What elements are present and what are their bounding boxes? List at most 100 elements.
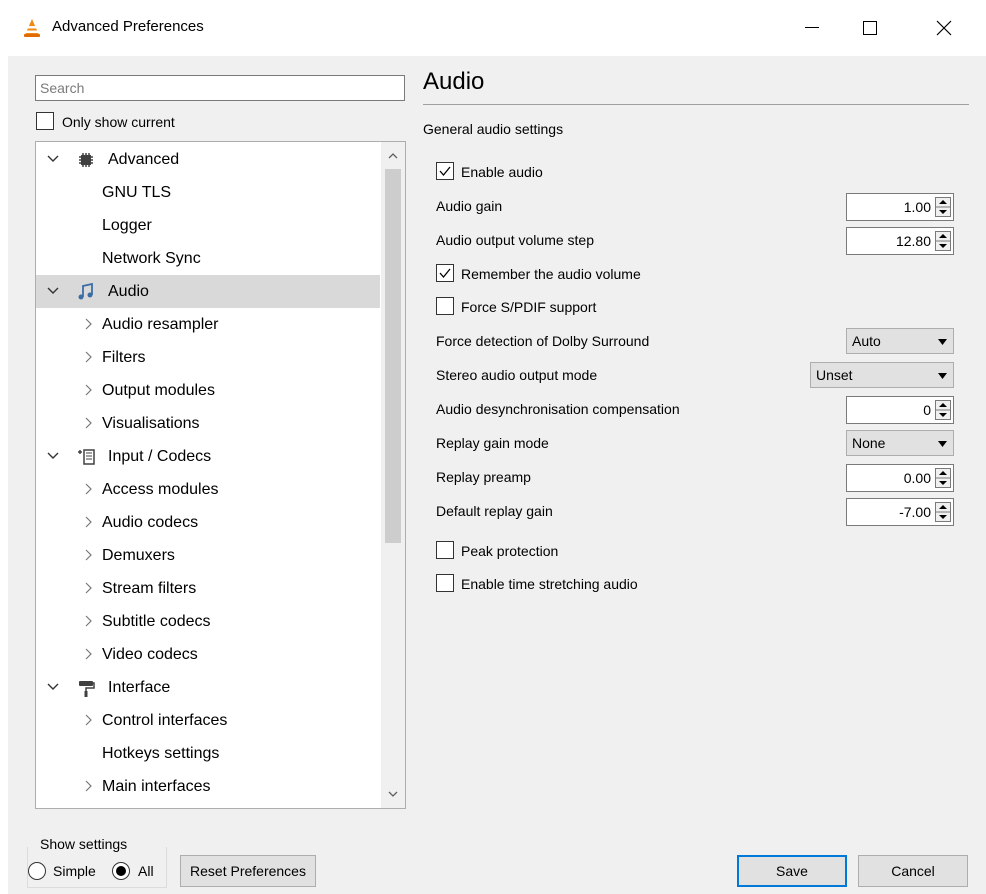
volume-step-spinbox[interactable]: 12.80	[846, 227, 954, 255]
tree-item-label: GNU TLS	[102, 184, 172, 201]
only-show-current-checkbox[interactable]	[36, 112, 54, 130]
spin-arrows-icon[interactable]	[935, 197, 951, 217]
spin-arrows-icon[interactable]	[935, 400, 951, 420]
preferences-window: Advanced Preferences Only show current A…	[8, 0, 986, 894]
reset-preferences-button[interactable]: Reset Preferences	[180, 855, 316, 887]
tree-item[interactable]: Hotkeys settings	[36, 737, 380, 770]
tree-item[interactable]: Demuxers	[36, 539, 380, 572]
replay-preamp-label: Replay preamp	[436, 469, 531, 485]
desync-label: Audio desynchronisation compensation	[436, 401, 680, 417]
minimize-button[interactable]	[789, 10, 835, 46]
tree-item[interactable]: Output modules	[36, 374, 380, 407]
tree-item-label: Filters	[102, 349, 146, 366]
simple-radio[interactable]	[28, 862, 46, 880]
chevron-right-icon[interactable]	[81, 647, 95, 661]
desync-spinbox[interactable]: 0	[846, 396, 954, 424]
chevron-right-icon[interactable]	[81, 350, 95, 364]
spin-arrows-icon[interactable]	[935, 468, 951, 488]
chevron-right-icon[interactable]	[81, 383, 95, 397]
peak-protection-label: Peak protection	[461, 543, 559, 559]
tree-item[interactable]: Interface	[36, 671, 380, 704]
force-spdif-checkbox[interactable]	[436, 297, 454, 315]
replay-mode-value: None	[852, 435, 886, 451]
chevron-down-icon[interactable]	[46, 152, 60, 166]
tree-item-label: Logger	[102, 217, 152, 234]
minimize-icon	[805, 27, 819, 28]
stereo-mode-select[interactable]: Unset	[810, 362, 954, 388]
dolby-select[interactable]: Auto	[846, 328, 954, 354]
chevron-right-icon[interactable]	[81, 581, 95, 595]
tree-item[interactable]: Advanced	[36, 143, 380, 176]
tree-item[interactable]: Network Sync	[36, 242, 380, 275]
stereo-mode-value: Unset	[816, 367, 853, 383]
replay-mode-select[interactable]: None	[846, 430, 954, 456]
tree-item[interactable]: Video codecs	[36, 638, 380, 671]
spin-arrows-icon[interactable]	[935, 231, 951, 251]
page-title: Audio	[423, 68, 485, 95]
chevron-right-icon[interactable]	[81, 779, 95, 793]
scroll-up-icon[interactable]	[385, 148, 401, 164]
replay-mode-label: Replay gain mode	[436, 435, 549, 451]
default-replay-spinbox[interactable]: -7.00	[846, 498, 954, 526]
time-stretch-checkbox[interactable]	[436, 574, 454, 592]
remember-volume-checkbox[interactable]	[436, 264, 454, 282]
maximize-icon	[863, 21, 877, 35]
chevron-down-icon[interactable]	[46, 680, 60, 694]
volume-step-label: Audio output volume step	[436, 232, 594, 248]
scroll-down-icon[interactable]	[385, 786, 401, 802]
section-label: General audio settings	[423, 121, 564, 137]
all-radio[interactable]	[112, 862, 130, 880]
tree-item[interactable]: Control interfaces	[36, 704, 380, 737]
default-replay-label: Default replay gain	[436, 503, 553, 519]
tree-item[interactable]: Audio resampler	[36, 308, 380, 341]
tree-item[interactable]: Input / Codecs	[36, 440, 380, 473]
tree-item-label: Visualisations	[102, 415, 200, 432]
tree-item-label: Output modules	[102, 382, 215, 399]
tree-item[interactable]: Access modules	[36, 473, 380, 506]
peak-protection-checkbox[interactable]	[436, 541, 454, 559]
chevron-right-icon[interactable]	[81, 515, 95, 529]
dolby-label: Force detection of Dolby Surround	[436, 333, 650, 349]
chevron-right-icon[interactable]	[81, 713, 95, 727]
tree-item-label: Input / Codecs	[108, 448, 212, 465]
tree-item[interactable]: Main interfaces	[36, 770, 380, 803]
chevron-right-icon[interactable]	[81, 482, 95, 496]
cancel-button[interactable]: Cancel	[858, 855, 968, 887]
only-show-current-label: Only show current	[62, 114, 175, 130]
category-tree[interactable]: Advanced GNU TLS Logger Network Sync Audio Au…	[35, 141, 406, 809]
tree-item-label: Audio resampler	[102, 316, 219, 333]
time-stretch-label: Enable time stretching audio	[461, 576, 638, 592]
tree-item-label: Network Sync	[102, 250, 201, 267]
chevron-down-icon[interactable]	[46, 449, 60, 463]
audio-gain-spinbox[interactable]: 1.00	[846, 193, 954, 221]
chevron-right-icon[interactable]	[81, 548, 95, 562]
tree-item-label: Main interfaces	[102, 778, 211, 795]
tree-item[interactable]: Filters	[36, 341, 380, 374]
enable-audio-checkbox[interactable]	[436, 162, 454, 180]
tree-item[interactable]: GNU TLS	[36, 176, 380, 209]
simple-radio-label: Simple	[53, 863, 96, 879]
chevron-right-icon[interactable]	[81, 317, 95, 331]
tree-item-label: Video codecs	[102, 646, 198, 663]
tree-scrollbar[interactable]	[381, 142, 405, 808]
tree-item[interactable]: Playlist	[36, 803, 380, 808]
checkmark-icon	[439, 268, 451, 279]
replay-preamp-spinbox[interactable]: 0.00	[846, 464, 954, 492]
tree-item[interactable]: Visualisations	[36, 407, 380, 440]
tree-item[interactable]: Subtitle codecs	[36, 605, 380, 638]
tree-item[interactable]: Logger	[36, 209, 380, 242]
tree-item[interactable]: Audio	[36, 275, 380, 308]
spin-arrows-icon[interactable]	[935, 502, 951, 522]
save-button[interactable]: Save	[737, 855, 847, 887]
tree-item[interactable]: Stream filters	[36, 572, 380, 605]
maximize-button[interactable]	[847, 10, 893, 46]
chevron-down-icon	[938, 339, 947, 345]
chevron-right-icon[interactable]	[81, 416, 95, 430]
tree-item-label: Audio	[108, 283, 149, 300]
search-input[interactable]	[35, 75, 405, 101]
chevron-right-icon[interactable]	[81, 614, 95, 628]
tree-item[interactable]: Audio codecs	[36, 506, 380, 539]
chevron-down-icon[interactable]	[46, 284, 60, 298]
scrollbar-thumb[interactable]	[385, 169, 401, 543]
close-button[interactable]	[921, 10, 967, 46]
